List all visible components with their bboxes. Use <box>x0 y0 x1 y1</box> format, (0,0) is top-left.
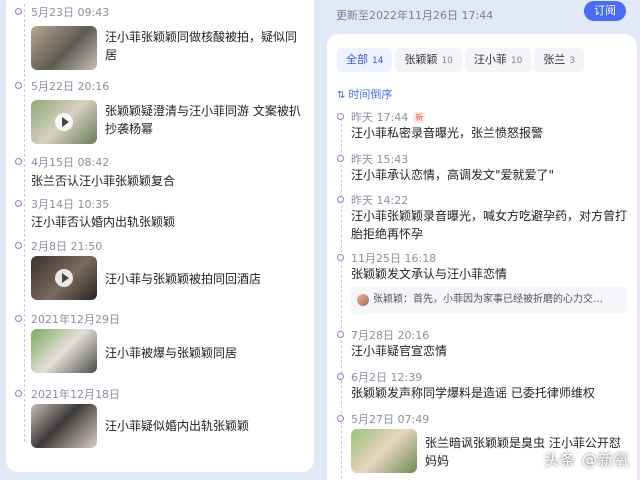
quote-text: 张颖颖：首先，小菲因为家事已经被折磨的心力交… <box>373 294 603 305</box>
tab-label: 全部 <box>346 53 368 66</box>
tab-wang-xiaofei[interactable]: 汪小菲 10 <box>464 48 532 72</box>
timeline-dot <box>15 242 22 249</box>
left-timeline-card: 5月23日 09:43 汪小菲张颖颖同做核酸被拍，疑似同居 5月22日 20:1… <box>6 0 314 472</box>
timeline-dot <box>15 315 22 322</box>
video-thumbnail[interactable] <box>31 256 97 300</box>
quote-preview[interactable]: 张颖颖：首先，小菲因为家事已经被折磨的心力交… <box>351 287 627 313</box>
watermark: 头条 @新氧 <box>544 451 630 469</box>
tab-count: 10 <box>510 56 523 66</box>
timeline-time: 11月25日 16:18 <box>351 252 437 265</box>
timeline-time: 5月22日 20:16 <box>31 80 110 93</box>
timeline-dot <box>15 8 22 15</box>
timeline-dot <box>15 82 22 89</box>
timeline-text: 汪小菲被爆与张颖颖同居 <box>105 346 238 360</box>
timeline-dot <box>337 196 344 203</box>
tab-label: 张颖颖 <box>404 53 438 66</box>
timeline-time: 2月8日 21:50 <box>31 240 103 253</box>
tab-count: 10 <box>441 56 453 66</box>
subscribe-button[interactable]: 订阅 <box>584 1 626 21</box>
timeline-dot <box>15 158 22 165</box>
play-icon[interactable] <box>55 269 73 287</box>
right-timeline-card: 全部 14 张颖颖 10 汪小菲 10 张兰 3 ⇅ 时间倒序 昨天 17:44 新 汪小菲私密录… <box>327 34 637 480</box>
timeline-dot <box>337 331 344 338</box>
timeline-text: 张颖颖疑澄清与汪小菲同游 文案被扒抄袭杨幂 <box>105 104 301 136</box>
timeline-time: 3月14日 10:35 <box>31 198 110 211</box>
timeline-text: 汪小菲疑似婚内出轨张颖颖 <box>105 419 250 433</box>
timeline-text: 汪小菲与张颖颖被拍同回酒店 <box>105 272 262 286</box>
tab-zhang-lan[interactable]: 张兰 3 <box>534 48 585 72</box>
timeline-line <box>24 4 25 442</box>
new-badge: 新 <box>413 112 426 123</box>
timeline-dot <box>15 200 22 207</box>
news-thumbnail[interactable] <box>31 404 97 448</box>
timeline-dot <box>337 155 344 162</box>
timeline-text: 汪小菲承认恋情，高调发文"爱就爱了" <box>351 168 555 182</box>
update-timestamp: 更新至2022年11月26日 17:44 <box>336 9 494 22</box>
tab-count: 3 <box>569 56 576 66</box>
timeline-text: 张颖颖发文承认与汪小菲恋情 <box>351 267 508 281</box>
news-thumbnail[interactable] <box>31 329 97 373</box>
news-thumbnail[interactable] <box>351 429 417 473</box>
avatar <box>357 294 369 306</box>
timeline-text: 汪小菲张颖颖同做核酸被拍，疑似同居 <box>105 30 298 62</box>
timeline-time: 4月15日 08:42 <box>31 156 110 169</box>
sort-arrows-icon: ⇅ <box>337 90 346 101</box>
timeline-text: 张兰否认汪小菲张颖颖复合 <box>31 174 176 188</box>
timeline-dot <box>337 254 344 261</box>
timeline-text: 汪小菲疑官宣恋情 <box>351 344 448 358</box>
sort-label: 时间倒序 <box>348 88 393 101</box>
timeline-time: 5月23日 09:43 <box>31 6 110 19</box>
timeline-dot <box>15 390 22 397</box>
timeline-time: 昨天 14:22 <box>351 194 409 207</box>
timeline-dot <box>337 415 344 422</box>
timeline-time: 昨天 15:43 <box>351 153 409 166</box>
tab-all[interactable]: 全部 14 <box>337 48 393 72</box>
timeline-text: 汪小菲张颖颖录音曝光，喊女方吃避孕药，对方曾打胎拒绝再怀孕 <box>351 209 628 241</box>
news-thumbnail[interactable] <box>31 26 97 70</box>
timeline-text: 汪小菲私密录音曝光，张兰愤怒报警 <box>351 126 544 140</box>
timeline-dot <box>337 373 344 380</box>
timeline-time: 2021年12月29日 <box>31 313 120 326</box>
timeline-text: 汪小菲否认婚内出轨张颖颖 <box>31 215 176 229</box>
timeline-time: 昨天 17:44 新 <box>351 111 426 124</box>
timeline-time: 6月2日 12:39 <box>351 371 423 384</box>
tab-label: 张兰 <box>543 53 566 66</box>
tab-label: 汪小菲 <box>473 53 507 66</box>
timeline-time: 5月27日 07:49 <box>351 413 430 426</box>
tab-zhang-yingying[interactable]: 张颖颖 10 <box>395 48 462 72</box>
tab-count: 14 <box>372 56 384 66</box>
play-icon[interactable] <box>55 113 73 131</box>
filter-tabs: 全部 14 张颖颖 10 汪小菲 10 张兰 3 <box>337 48 587 72</box>
timeline-line <box>341 114 342 480</box>
timeline-text: 张颖颖发声称同学爆料是造谣 已委托律师维权 <box>351 386 595 400</box>
video-thumbnail[interactable] <box>31 100 97 144</box>
timeline-time: 7月28日 20:16 <box>351 329 430 342</box>
timeline-dot <box>337 113 344 120</box>
timeline-time: 2021年12月18日 <box>31 388 120 401</box>
sort-toggle[interactable]: ⇅ 时间倒序 <box>337 86 392 102</box>
